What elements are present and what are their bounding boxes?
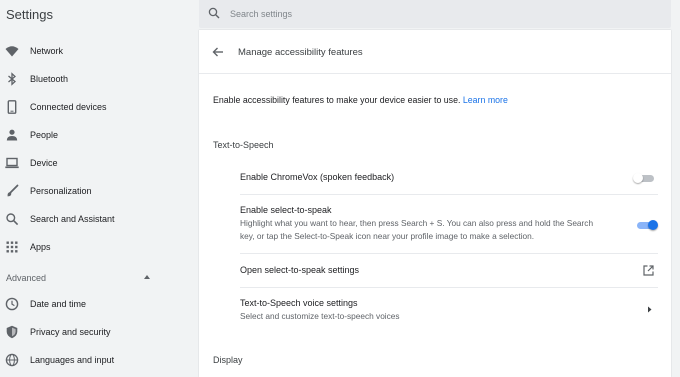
- globe-icon: [5, 353, 19, 367]
- sidebar-item-date-and-time[interactable]: Date and time: [0, 291, 198, 317]
- tts-voice-settings-row[interactable]: Text-to-Speech voice settings Select and…: [240, 287, 658, 331]
- sidebar-item-people[interactable]: People: [0, 122, 198, 148]
- sidebar-item-search-and-assistant[interactable]: Search and Assistant: [0, 206, 198, 232]
- sidebar-item-label: Date and time: [30, 299, 87, 309]
- select-to-speak-toggle[interactable]: [636, 220, 658, 230]
- sidebar-item-apps[interactable]: Apps: [0, 234, 198, 260]
- sidebar: Network Bluetooth Connected devices Peop…: [0, 30, 198, 377]
- sidebar-item-label: Apps: [30, 242, 51, 252]
- row-description: Select and customize text-to-speech voic…: [240, 311, 400, 321]
- chromevox-toggle[interactable]: [633, 173, 655, 183]
- apps-grid-icon: [6, 241, 18, 253]
- sidebar-item-label: Connected devices: [30, 102, 107, 112]
- wifi-icon: [5, 46, 19, 57]
- search-box[interactable]: [199, 0, 671, 28]
- advanced-label: Advanced: [6, 273, 47, 283]
- phone-icon: [7, 100, 17, 114]
- caret-up-icon: [144, 275, 150, 279]
- sidebar-item-label: Personalization: [30, 186, 92, 196]
- toggle-knob: [648, 220, 658, 230]
- sidebar-item-languages-and-input[interactable]: Languages and input: [0, 347, 198, 373]
- sidebar-item-network[interactable]: Network: [0, 38, 198, 64]
- sidebar-item-label: Network: [30, 46, 64, 56]
- toggle-knob: [633, 173, 643, 183]
- sidebar-item-bluetooth[interactable]: Bluetooth: [0, 66, 198, 92]
- row-description-line: Highlight what you want to hear, then pr…: [240, 218, 594, 228]
- select-to-speak-row[interactable]: Enable select-to-speak Highlight what yo…: [240, 194, 658, 249]
- search-icon: [6, 213, 19, 226]
- bluetooth-icon: [8, 72, 16, 86]
- sidebar-item-label: Languages and input: [30, 355, 115, 365]
- search-input[interactable]: [230, 6, 650, 22]
- subpage-header: Manage accessibility features: [199, 30, 671, 74]
- intro-text: Enable accessibility features to make yo…: [213, 95, 508, 105]
- brush-icon: [7, 184, 19, 197]
- shield-icon: [6, 325, 18, 339]
- app-title: Settings: [6, 7, 53, 22]
- sidebar-item-label: Bluetooth: [30, 74, 69, 84]
- search-icon: [208, 7, 220, 19]
- select-to-speak-settings-row[interactable]: Open select-to-speak settings: [240, 253, 658, 285]
- page-title: Manage accessibility features: [238, 47, 363, 58]
- chromevox-row[interactable]: Enable ChromeVox (spoken feedback): [240, 162, 658, 194]
- chevron-right-icon[interactable]: [647, 306, 652, 313]
- sidebar-item-privacy-and-security[interactable]: Privacy and security: [0, 319, 198, 345]
- person-icon: [6, 129, 18, 141]
- sidebar-item-label: Device: [30, 158, 58, 168]
- row-description: Highlight what you want to hear, then pr…: [240, 217, 620, 243]
- section-title-display: Display: [213, 355, 243, 365]
- external-link-icon[interactable]: [643, 265, 654, 276]
- section-title-text-to-speech: Text-to-Speech: [213, 140, 274, 150]
- row-title: Text-to-Speech voice settings: [240, 298, 358, 308]
- sidebar-item-connected-devices[interactable]: Connected devices: [0, 94, 198, 120]
- top-bar: Settings: [0, 0, 680, 29]
- back-arrow-icon[interactable]: [212, 46, 224, 58]
- learn-more-link[interactable]: Learn more: [463, 95, 508, 105]
- sidebar-item-personalization[interactable]: Personalization: [0, 178, 198, 204]
- settings-card: Manage accessibility features Enable acc…: [199, 30, 671, 377]
- row-title: Enable select-to-speak: [240, 205, 332, 215]
- row-title: Enable ChromeVox (spoken feedback): [240, 172, 395, 182]
- sidebar-item-label: People: [30, 130, 59, 140]
- laptop-icon: [5, 157, 19, 169]
- intro-description: Enable accessibility features to make yo…: [213, 95, 461, 105]
- row-title: Open select-to-speak settings: [240, 265, 360, 275]
- advanced-toggle[interactable]: Advanced: [0, 266, 198, 290]
- sidebar-item-label: Privacy and security: [30, 327, 111, 337]
- clock-icon: [5, 297, 19, 311]
- sidebar-item-label: Search and Assistant: [30, 214, 115, 224]
- sidebar-item-device[interactable]: Device: [0, 150, 198, 176]
- row-description-line: key, or tap the Select-to-Speak icon nea…: [240, 231, 535, 241]
